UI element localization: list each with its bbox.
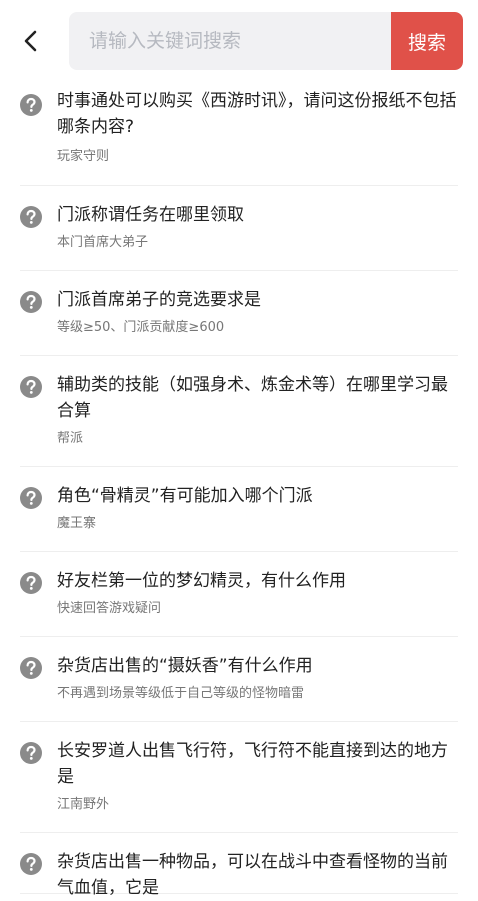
answer-text: 等级≥50、门派贡献度≥600 bbox=[57, 320, 225, 335]
answer-text: 魔王寨 bbox=[57, 516, 97, 531]
question-circle-icon bbox=[20, 572, 42, 594]
question-circle-icon bbox=[20, 742, 42, 764]
qa-list-item[interactable]: 辅助类的技能（如强身术、炼金术等）在哪里学习最合算帮派 bbox=[20, 356, 458, 467]
question-circle-icon bbox=[20, 657, 42, 679]
question-text: 好友栏第一位的梦幻精灵，有什么作用 bbox=[57, 571, 346, 591]
qa-list-item[interactable]: 好友栏第一位的梦幻精灵，有什么作用快速回答游戏疑问 bbox=[20, 552, 458, 637]
question-text: 长安罗道人出售飞行符，飞行符不能直接到达的地方是 bbox=[57, 741, 448, 787]
question-text: 杂货店出售一种物品，可以在战斗中查看怪物的当前气血值，它是 bbox=[57, 852, 448, 898]
qa-list-item[interactable]: 角色“骨精灵”有可能加入哪个门派魔王寨 bbox=[20, 467, 458, 552]
qa-list-item[interactable]: 门派称谓任务在哪里领取本门首席大弟子 bbox=[20, 186, 458, 271]
qa-list-item[interactable]: 时事通处可以购买《西游时讯》，请问这份报纸不包括哪条内容? 玩家守则 bbox=[20, 82, 458, 186]
question-circle-icon bbox=[20, 206, 42, 228]
chevron-left-icon bbox=[24, 30, 37, 52]
search-box: 搜索 bbox=[69, 12, 463, 70]
answer-text: 本门首席大弟子 bbox=[57, 235, 149, 250]
question-circle-icon bbox=[20, 487, 42, 509]
search-input[interactable] bbox=[69, 12, 391, 70]
answer-text: 玩家守则 bbox=[57, 149, 110, 164]
question-circle-icon bbox=[20, 94, 42, 116]
question-circle-icon bbox=[20, 376, 42, 398]
search-button[interactable]: 搜索 bbox=[391, 12, 463, 70]
question-text: 辅助类的技能（如强身术、炼金术等）在哪里学习最合算 bbox=[57, 375, 448, 421]
search-header: 搜索 bbox=[0, 0, 478, 82]
qa-list-item[interactable]: 门派首席弟子的竞选要求是等级≥50、门派贡献度≥600 bbox=[20, 271, 458, 356]
qa-list-item[interactable]: 杂货店出售一种物品，可以在战斗中查看怪物的当前气血值，它是 bbox=[20, 833, 458, 898]
qa-list-item[interactable]: 杂货店出售的“摄妖香”有什么作用不再遇到场景等级低于自己等级的怪物暗雷 bbox=[20, 637, 458, 722]
question-circle-icon bbox=[20, 291, 42, 313]
question-text: 门派称谓任务在哪里领取 bbox=[57, 205, 244, 225]
answer-text: 江南野外 bbox=[57, 797, 110, 812]
question-text: 杂货店出售的“摄妖香”有什么作用 bbox=[57, 656, 313, 676]
question-text: 时事通处可以购买《西游时讯》，请问这份报纸不包括哪条内容? bbox=[57, 91, 457, 137]
question-text: 角色“骨精灵”有可能加入哪个门派 bbox=[57, 486, 313, 506]
qa-list-item[interactable]: 长安罗道人出售飞行符，飞行符不能直接到达的地方是江南野外 bbox=[20, 722, 458, 833]
back-button[interactable] bbox=[14, 24, 48, 58]
qa-list: 时事通处可以购买《西游时讯》，请问这份报纸不包括哪条内容? 玩家守则门派称谓任务在… bbox=[0, 82, 478, 898]
answer-text: 不再遇到场景等级低于自己等级的怪物暗雷 bbox=[57, 686, 305, 701]
answer-text: 快速回答游戏疑问 bbox=[57, 601, 162, 616]
answer-text: 帮派 bbox=[57, 431, 84, 446]
question-circle-icon bbox=[20, 853, 42, 875]
question-text: 门派首席弟子的竞选要求是 bbox=[57, 290, 261, 310]
